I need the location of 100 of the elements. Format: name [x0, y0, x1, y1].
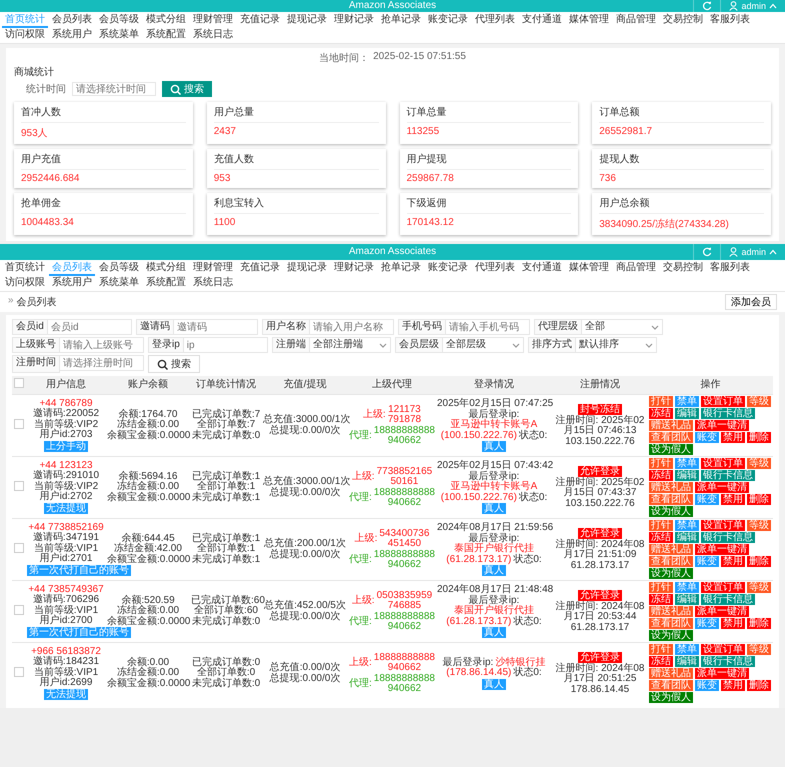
nav-tab[interactable]: 媒体管理: [566, 261, 612, 276]
checkbox[interactable]: [14, 480, 24, 491]
action-button[interactable]: 账变: [695, 494, 719, 505]
input-field[interactable]: 会员id: [48, 319, 132, 335]
action-button[interactable]: 派单一键清: [695, 606, 749, 617]
nav-tab[interactable]: 提现记录: [284, 13, 330, 28]
nav-tab[interactable]: 访问权限: [2, 276, 48, 291]
input-field[interactable]: 请输入用户名称: [310, 319, 394, 335]
action-button[interactable]: 冻结: [649, 470, 673, 481]
nav-tab[interactable]: 商品管理: [613, 261, 659, 276]
nav-tab[interactable]: 系统菜单: [96, 276, 142, 291]
nav-tab[interactable]: 系统用户: [49, 28, 95, 43]
nav-tab[interactable]: 交易控制: [660, 261, 706, 276]
action-button[interactable]: 赠送礼品: [649, 544, 693, 555]
nav-tab[interactable]: 系统日志: [190, 28, 236, 43]
checkbox[interactable]: [14, 378, 24, 388]
input-field[interactable]: 请输入上级账号: [60, 337, 144, 353]
nav-tab[interactable]: 交易控制: [660, 13, 706, 28]
search-button[interactable]: 搜索: [148, 355, 200, 373]
action-button[interactable]: 禁用: [721, 556, 745, 567]
action-button[interactable]: 编辑: [675, 408, 699, 419]
checkbox[interactable]: [14, 418, 24, 429]
action-button[interactable]: 编辑: [675, 532, 699, 543]
action-button[interactable]: 打针: [649, 582, 673, 593]
action-button[interactable]: 等级: [747, 644, 771, 655]
action-button[interactable]: 账变: [695, 618, 719, 629]
nav-tab[interactable]: 访问权限: [2, 28, 48, 43]
nav-tab[interactable]: 抢单记录: [378, 13, 424, 28]
action-button[interactable]: 禁单: [675, 644, 699, 655]
nav-tab[interactable]: 系统配置: [143, 28, 189, 43]
nav-tab[interactable]: 会员等级: [96, 13, 142, 28]
action-button[interactable]: 设置订单: [701, 520, 745, 531]
nav-tab[interactable]: 账变记录: [425, 261, 471, 276]
action-button[interactable]: 禁用: [721, 432, 745, 443]
add-member-button[interactable]: 添加会员: [725, 294, 777, 310]
action-button[interactable]: 删除: [747, 494, 771, 505]
action-button[interactable]: 删除: [747, 680, 771, 691]
action-button[interactable]: 设为假人: [649, 444, 693, 455]
action-button[interactable]: 编辑: [675, 594, 699, 605]
dropdown[interactable]: 默认排序: [576, 337, 657, 353]
action-button[interactable]: 编辑: [675, 470, 699, 481]
action-button[interactable]: 删除: [747, 432, 771, 443]
checkbox[interactable]: [14, 604, 24, 615]
input-field[interactable]: 请选择注册时间: [60, 355, 144, 371]
action-button[interactable]: 冻结: [649, 408, 673, 419]
nav-tab[interactable]: 会员列表: [49, 261, 95, 276]
action-button[interactable]: 禁单: [675, 396, 699, 407]
action-button[interactable]: 派单一键清: [695, 420, 749, 431]
action-button[interactable]: 银行卡信息: [701, 594, 755, 605]
action-button[interactable]: 冻结: [649, 656, 673, 667]
action-button[interactable]: 冻结: [649, 532, 673, 543]
nav-tab[interactable]: 支付通道: [519, 13, 565, 28]
action-button[interactable]: 设置订单: [701, 396, 745, 407]
action-button[interactable]: 派单一键清: [695, 482, 749, 493]
dropdown[interactable]: 全部: [582, 319, 663, 335]
action-button[interactable]: 删除: [747, 556, 771, 567]
nav-tab[interactable]: 充值记录: [237, 261, 283, 276]
action-button[interactable]: 银行卡信息: [701, 408, 755, 419]
dropdown[interactable]: 全部层级: [442, 337, 524, 353]
action-button[interactable]: 禁单: [675, 582, 699, 593]
action-button[interactable]: 赠送礼品: [649, 420, 693, 431]
action-button[interactable]: 编辑: [675, 656, 699, 667]
action-button[interactable]: 银行卡信息: [701, 532, 755, 543]
action-button[interactable]: 查看团队: [649, 680, 693, 691]
action-button[interactable]: 赠送礼品: [649, 482, 693, 493]
action-button[interactable]: 设置订单: [701, 644, 745, 655]
action-button[interactable]: 打针: [649, 520, 673, 531]
action-button[interactable]: 禁用: [721, 618, 745, 629]
action-button[interactable]: 账变: [695, 680, 719, 691]
checkbox[interactable]: [14, 666, 24, 677]
action-button[interactable]: 赠送礼品: [649, 668, 693, 679]
action-button[interactable]: 等级: [747, 396, 771, 407]
action-button[interactable]: 银行卡信息: [701, 656, 755, 667]
action-button[interactable]: 赠送礼品: [649, 606, 693, 617]
nav-tab[interactable]: 理财记录: [331, 261, 377, 276]
nav-tab[interactable]: 系统菜单: [96, 28, 142, 43]
action-button[interactable]: 派单一键清: [695, 668, 749, 679]
action-button[interactable]: 打针: [649, 644, 673, 655]
input-field[interactable]: 请输入手机号码: [446, 319, 530, 335]
date-field[interactable]: 请选择统计时间: [72, 82, 156, 96]
action-button[interactable]: 设为假人: [649, 506, 693, 517]
nav-tab[interactable]: 首页统计: [2, 13, 48, 28]
nav-tab[interactable]: 客服列表: [707, 261, 753, 276]
action-button[interactable]: 设置订单: [701, 458, 745, 469]
nav-tab[interactable]: 抢单记录: [378, 261, 424, 276]
dropdown[interactable]: 全部注册端: [310, 337, 391, 353]
action-button[interactable]: 账变: [695, 432, 719, 443]
nav-tab[interactable]: 充值记录: [237, 13, 283, 28]
nav-tab[interactable]: 商品管理: [613, 13, 659, 28]
nav-tab[interactable]: 会员等级: [96, 261, 142, 276]
nav-tab[interactable]: 系统配置: [143, 276, 189, 291]
search-button[interactable]: 搜索: [162, 81, 212, 97]
action-button[interactable]: 设为假人: [649, 692, 693, 703]
action-button[interactable]: 等级: [747, 520, 771, 531]
action-button[interactable]: 设为假人: [649, 630, 693, 641]
action-button[interactable]: 银行卡信息: [701, 470, 755, 481]
nav-tab[interactable]: 代理列表: [472, 261, 518, 276]
input-field[interactable]: ip: [184, 337, 268, 353]
nav-tab[interactable]: 理财记录: [331, 13, 377, 28]
action-button[interactable]: 账变: [695, 556, 719, 567]
